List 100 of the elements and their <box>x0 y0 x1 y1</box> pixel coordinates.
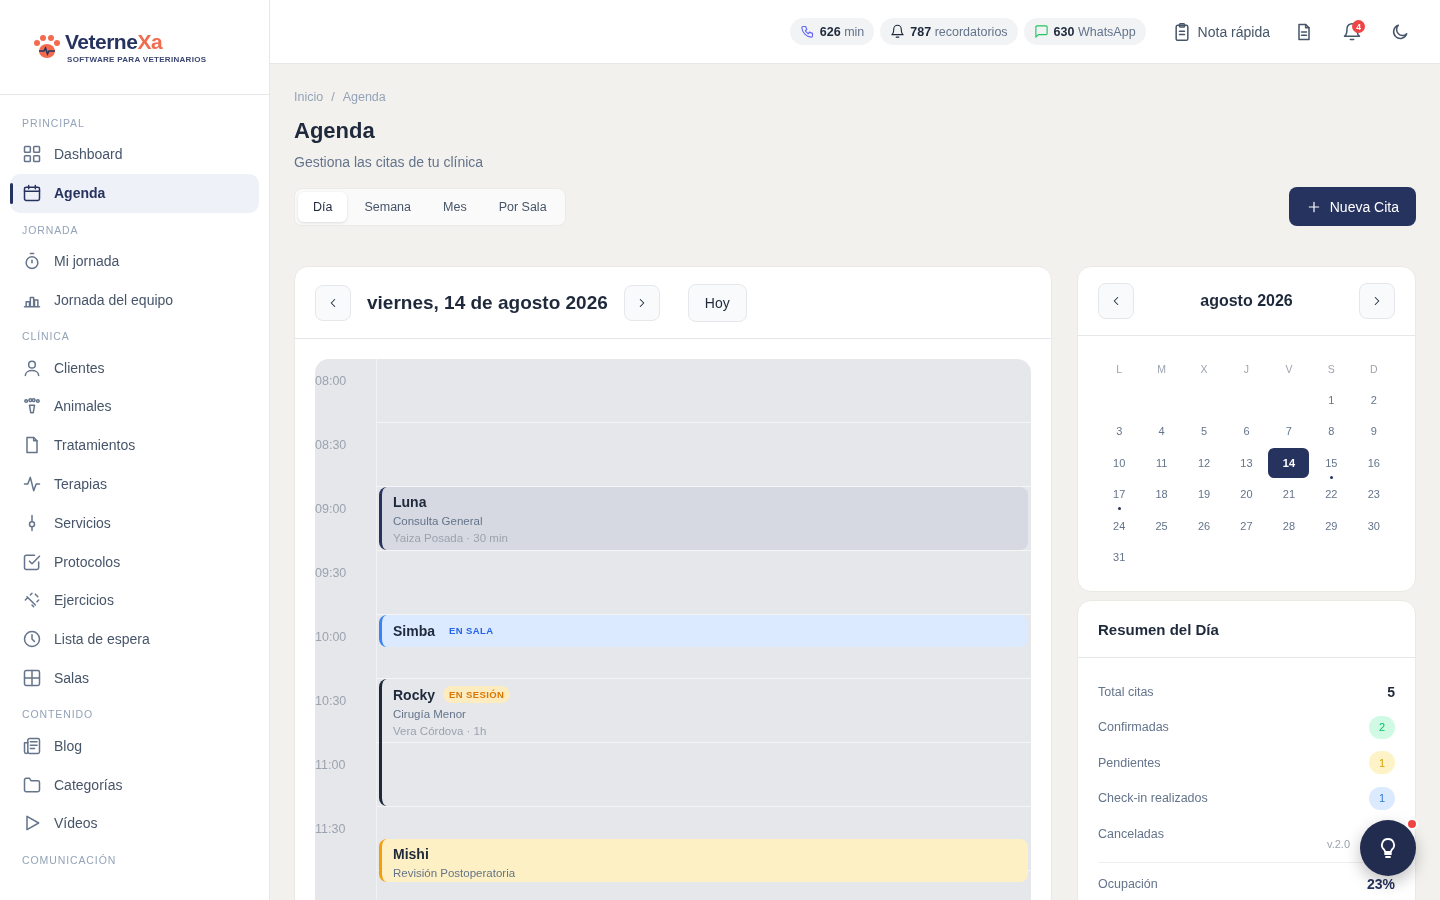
notification-badge: 4 <box>1352 20 1365 33</box>
time-label: 09:00 <box>315 502 347 516</box>
version-label: v.2.0 <box>1326 838 1350 850</box>
sidebar-item[interactable]: Tratamientos <box>10 425 259 465</box>
calendar-icon <box>22 183 42 204</box>
calendar-day[interactable]: 3 <box>1098 416 1140 447</box>
calendar-day[interactable]: 17 <box>1098 479 1140 510</box>
sidebar-item[interactable]: Vídeos <box>10 803 259 843</box>
grid-icon <box>22 144 42 165</box>
calendar-day[interactable]: 7 <box>1268 416 1310 447</box>
stat-chip: 630 WhatsApp <box>1023 18 1146 45</box>
sidebar-item[interactable]: Agenda <box>10 173 259 213</box>
weekday-label: L <box>1115 362 1124 377</box>
calendar-day[interactable]: 30 <box>1353 510 1395 541</box>
calendar-day[interactable]: 8 <box>1310 416 1352 447</box>
calendar-day[interactable]: 4 <box>1141 416 1183 447</box>
sidebar-item[interactable]: Protocolos <box>10 542 259 581</box>
calendar-day[interactable]: 31 <box>1098 542 1140 573</box>
sidebar-item[interactable]: Clientes <box>10 348 259 387</box>
quick-note-button[interactable]: Nota rápida <box>1165 21 1276 42</box>
calendar-day[interactable]: 14 <box>1268 447 1310 478</box>
appointment-card[interactable]: Simba EN SALA <box>379 615 1028 647</box>
summary-label: Canceladas <box>1098 826 1164 841</box>
calendar-day[interactable]: 27 <box>1226 510 1267 541</box>
chat-icon <box>1033 24 1049 39</box>
sidebar-item[interactable]: Lista de espera <box>10 619 259 659</box>
patient-name: Simba <box>393 622 435 639</box>
calendar-day[interactable]: 5 <box>1183 416 1225 447</box>
appointment-card[interactable]: Rocky EN SESIÓN Cirugía Menor Vera Córdova · 1h <box>379 679 1028 806</box>
stat-chip: 787 recordatorios <box>880 18 1018 45</box>
patient-name: Luna <box>393 494 427 510</box>
status-label: EN SESIÓN <box>443 686 511 703</box>
sidebar-item[interactable]: Jornada del equipo <box>10 280 259 320</box>
calendar-day[interactable]: 18 <box>1141 479 1183 510</box>
sidebar-item[interactable]: Categorías <box>10 765 259 804</box>
calendar-day[interactable]: 1 <box>1310 384 1352 415</box>
stat-chip: 626 min <box>789 18 875 45</box>
sidebar-item[interactable]: Dashboard <box>10 135 259 174</box>
calendar-day[interactable]: 21 <box>1268 479 1310 510</box>
summary-label: Check-in realizados <box>1098 791 1208 806</box>
summary-label: Pendientes <box>1098 755 1161 770</box>
calendar-day[interactable]: 26 <box>1183 510 1225 541</box>
section-heading: CLÍNICA <box>21 329 71 345</box>
sidebar-item[interactable]: Servicios <box>10 503 259 543</box>
page-title: Agenda <box>294 118 376 144</box>
weekday-label: S <box>1326 362 1336 377</box>
calendar-day[interactable]: 12 <box>1183 447 1225 478</box>
calendar-day[interactable]: 2 <box>1353 384 1395 415</box>
count-badge: 1 <box>1369 786 1395 810</box>
time-label: 11:30 <box>315 822 346 836</box>
new-appointment-button[interactable]: Nueva Cita <box>1288 187 1416 226</box>
calendar-day[interactable]: 20 <box>1226 479 1267 510</box>
service-name: Cirugía Menor <box>393 708 467 720</box>
section-heading: COMUNICACIÓN <box>21 852 118 868</box>
calendar-day[interactable]: 15 <box>1310 447 1352 478</box>
calendar-day[interactable]: 29 <box>1310 510 1352 541</box>
weekday-label: J <box>1242 362 1251 377</box>
calendar-day[interactable]: 11 <box>1141 447 1183 478</box>
sidebar-item[interactable]: Salas <box>10 658 259 698</box>
calendar-day[interactable]: 24 <box>1098 510 1140 541</box>
appointment-card[interactable]: Luna Consulta General Yaiza Posada · 30 min <box>379 487 1028 550</box>
calendar-day[interactable]: 25 <box>1141 510 1183 541</box>
weekday-label: D <box>1368 362 1379 377</box>
calendar-day[interactable]: 19 <box>1183 479 1225 510</box>
summary-label: Confirmadas <box>1098 720 1169 735</box>
calendar-day[interactable]: 22 <box>1310 479 1352 510</box>
current-date: viernes, 14 de agosto 2026 <box>367 291 608 314</box>
appointment-detail: Yaiza Posada · 30 min <box>393 532 509 544</box>
time-label: 08:00 <box>315 374 347 388</box>
section-heading: CONTENIDO <box>21 707 95 723</box>
page-subtitle: Gestiona las citas de tu clínica <box>294 154 485 170</box>
sidebar-item[interactable]: Animales <box>10 387 259 426</box>
status-label: EN SALA <box>448 624 495 638</box>
time-label: 09:30 <box>315 566 347 580</box>
today-button[interactable]: Hoy <box>687 283 747 322</box>
summary-label: Ocupación <box>1098 877 1158 891</box>
view-tab[interactable]: Día <box>298 191 348 222</box>
calendar-day[interactable]: 9 <box>1353 416 1395 447</box>
calendar-day[interactable]: 28 <box>1268 510 1310 541</box>
calendar-day[interactable]: 23 <box>1353 479 1395 510</box>
occupancy-value: 23% <box>1366 876 1395 892</box>
view-tab[interactable]: Por Sala <box>483 191 562 222</box>
time-label: 11:00 <box>315 758 346 772</box>
view-tab[interactable]: Mes <box>428 191 482 222</box>
breadcrumb-separator: / <box>331 90 335 104</box>
sidebar-item[interactable]: Mi jornada <box>10 241 259 281</box>
calendar-day[interactable]: 13 <box>1226 447 1267 478</box>
patient-name: Mishi <box>393 846 429 862</box>
view-tab[interactable]: Semana <box>349 191 426 222</box>
calendar-day[interactable]: 10 <box>1098 447 1140 478</box>
month-title: agosto 2026 <box>1200 292 1293 310</box>
sidebar-item[interactable]: Blog <box>10 726 259 766</box>
sidebar-item[interactable]: Terapias <box>10 464 259 504</box>
time-label: 10:00 <box>315 630 347 644</box>
summary-value: 5 <box>1387 683 1395 700</box>
sidebar-item[interactable]: Ejercicios <box>10 580 259 620</box>
time-label: 10:30 <box>315 694 347 708</box>
appointment-card[interactable]: Mishi Revisión Postoperatoria <box>379 839 1028 882</box>
calendar-day[interactable]: 16 <box>1353 447 1395 478</box>
calendar-day[interactable]: 6 <box>1226 416 1267 447</box>
